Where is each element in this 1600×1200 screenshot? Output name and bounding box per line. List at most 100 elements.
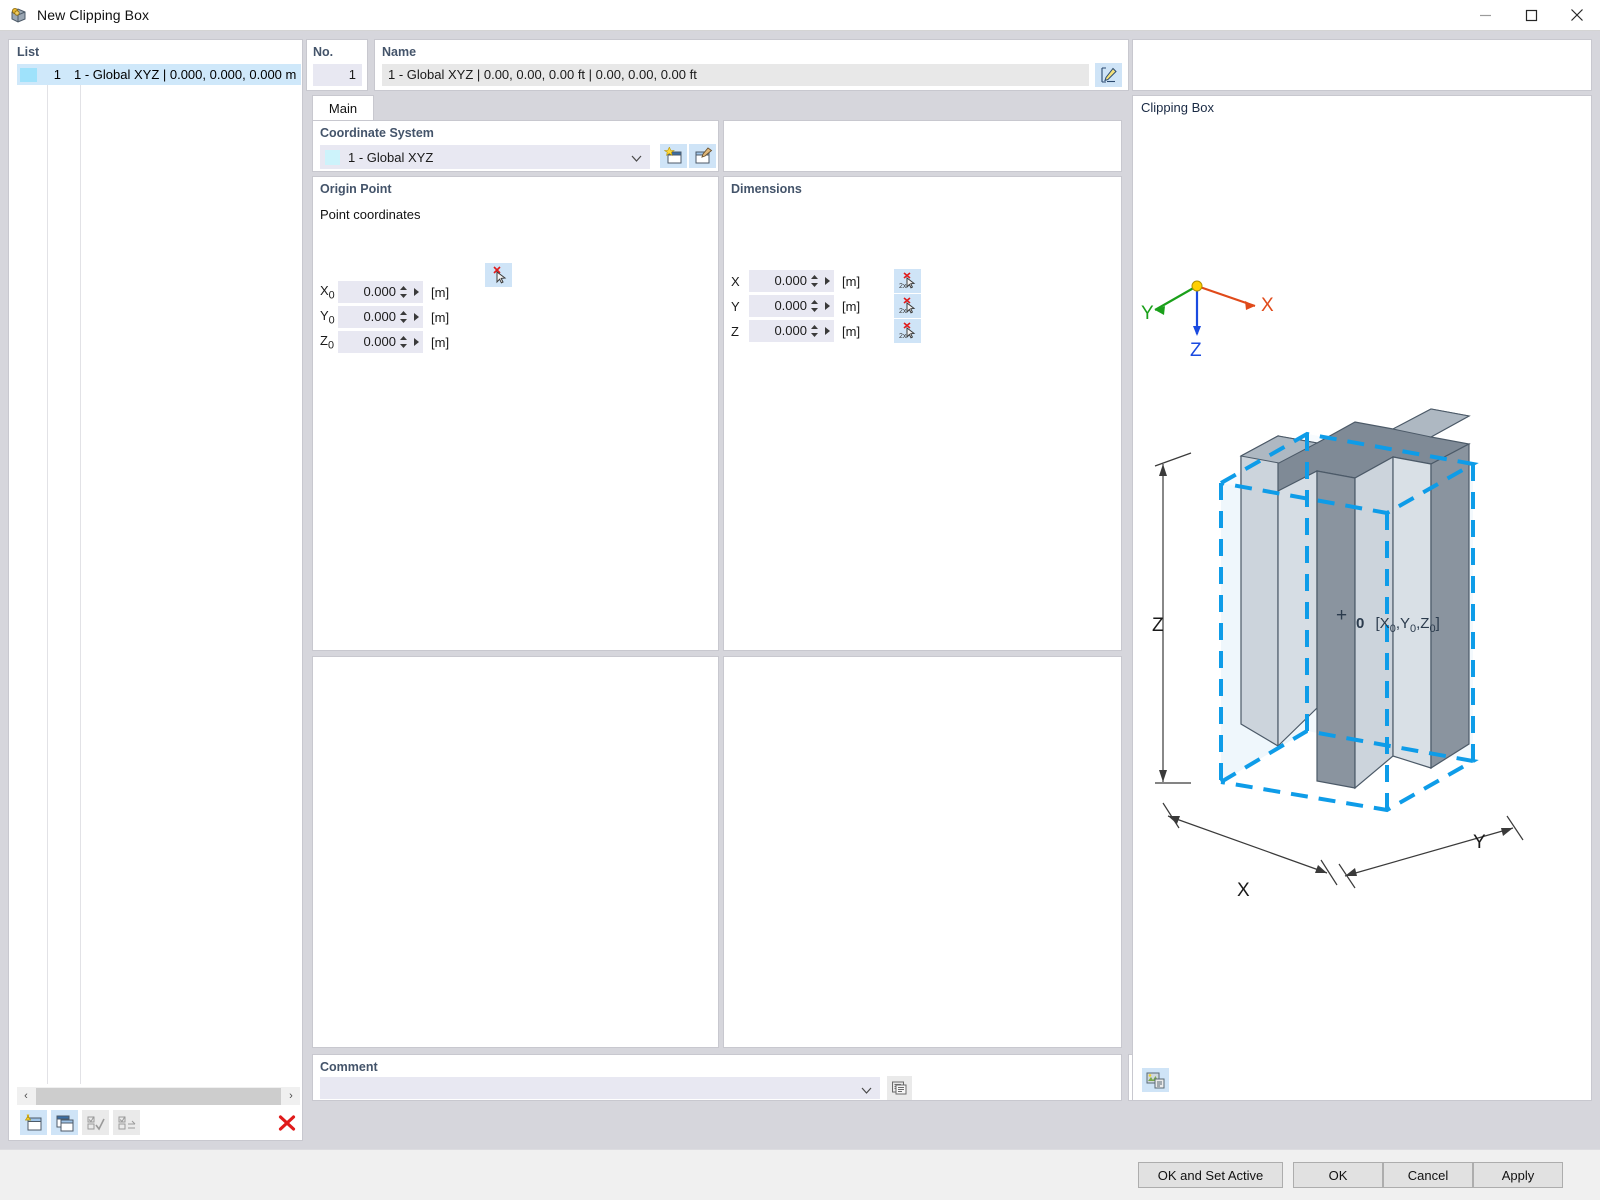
lower-left-panel: [312, 656, 719, 1048]
pick-point-icon[interactable]: [485, 263, 512, 287]
coordinate-system-select[interactable]: 1 - Global XYZ: [320, 145, 650, 169]
scrollbar-thumb[interactable]: [36, 1087, 281, 1105]
scroll-right-icon[interactable]: ›: [282, 1087, 300, 1105]
tab-strip: Main: [306, 95, 1129, 121]
dimension-x-unit: [m]: [842, 273, 861, 289]
window-title-bar: New Clipping Box: [0, 0, 1600, 31]
list-item[interactable]: 1 1 - Global XYZ | 0.000, 0.000, 0.000 m…: [17, 64, 301, 85]
render-settings-icon[interactable]: [1142, 1068, 1169, 1092]
number-field[interactable]: 1: [313, 64, 362, 86]
svg-text:2x: 2x: [899, 308, 907, 315]
comment-library-icon[interactable]: [887, 1076, 912, 1100]
svg-text:2x: 2x: [899, 283, 907, 290]
spinner-icon[interactable]: [810, 323, 819, 339]
dimension-x-row: X 0.000 [m]: [731, 270, 860, 292]
origin-x-input[interactable]: 0.000: [338, 281, 423, 303]
edit-coordinate-system-icon[interactable]: [689, 144, 716, 168]
origin-z-unit: [m]: [431, 334, 450, 350]
color-swatch-icon: [325, 149, 340, 165]
lower-right-panel: [723, 656, 1122, 1048]
expand-arrow-icon[interactable]: [414, 288, 419, 296]
chevron-down-icon[interactable]: [631, 152, 642, 163]
copy-window-icon[interactable]: [51, 1110, 78, 1135]
origin-z-row: Z0 0.000 [m]: [320, 331, 449, 353]
y-dimension-label: Y: [1473, 832, 1486, 853]
expand-arrow-icon[interactable]: [825, 302, 830, 310]
cross-solid: [1239, 408, 1471, 790]
pencil-edit-icon[interactable]: [1095, 63, 1122, 87]
minimize-icon[interactable]: [1462, 0, 1508, 31]
list-panel: List 1 1 - Global XYZ | 0.000, 0.000, 0.…: [8, 39, 303, 1141]
comment-label: Comment: [320, 1060, 378, 1074]
name-field[interactable]: 1 - Global XYZ | 0.00, 0.00, 0.00 ft | 0…: [382, 64, 1089, 86]
expand-arrow-icon[interactable]: [825, 277, 830, 285]
dimension-y-value: 0.000: [774, 298, 807, 313]
spinner-icon[interactable]: [810, 273, 819, 289]
grid-divider: [47, 85, 48, 1084]
clipping-box-graphic: X Y Z Z X Y + 0 [X0,Y0,Z0]: [1141, 280, 1524, 901]
new-coordinate-system-icon[interactable]: [660, 144, 687, 168]
tab-main[interactable]: Main: [312, 95, 374, 121]
coordinate-system-value: 1 - Global XYZ: [348, 149, 434, 165]
pick-two-points-icon[interactable]: 2x: [894, 319, 921, 343]
red-x-icon[interactable]: [273, 1110, 300, 1135]
window-title: New Clipping Box: [37, 7, 150, 23]
axes-triad: X Y Z: [1141, 280, 1274, 361]
origin-y-value: 0.000: [363, 309, 396, 324]
list-toolbar: [17, 1107, 300, 1138]
origin-x-label: X0: [320, 282, 335, 302]
origin-point-group: Origin Point Point coordinates X0 0.000 …: [312, 176, 719, 651]
comment-input[interactable]: [320, 1077, 880, 1099]
name-label: Name: [382, 45, 417, 59]
spinner-icon[interactable]: [810, 298, 819, 314]
point-coordinates-label: Point coordinates: [320, 207, 421, 222]
scroll-left-icon[interactable]: ‹: [17, 1087, 35, 1105]
spinner-icon[interactable]: [399, 284, 408, 300]
dimension-x-label: X: [731, 273, 740, 289]
dimension-y-input[interactable]: 0.000: [749, 295, 834, 317]
svg-text:X: X: [1261, 295, 1274, 316]
ok-and-set-active-button[interactable]: OK and Set Active: [1138, 1162, 1283, 1188]
origin-y-input[interactable]: 0.000: [338, 306, 423, 328]
dimension-y-row: Y 0.000 [m]: [731, 295, 860, 317]
list-panel-header: List: [17, 45, 40, 59]
pick-two-points-icon[interactable]: 2x: [894, 294, 921, 318]
horizontal-scrollbar[interactable]: ‹ ›: [17, 1087, 300, 1105]
origin-x-row: X0 0.000 [m]: [320, 281, 449, 303]
coordinate-system-side-panel: [723, 120, 1122, 172]
origin-x-value: 0.000: [363, 284, 396, 299]
x-dimension-label: X: [1237, 880, 1250, 901]
z-dimension-label: Z: [1152, 615, 1164, 636]
dimension-z-value: 0.000: [774, 323, 807, 338]
dimension-z-label: Z: [731, 323, 739, 339]
close-icon[interactable]: [1554, 0, 1600, 31]
spinner-icon[interactable]: [399, 334, 408, 350]
ok-button[interactable]: OK: [1293, 1162, 1383, 1188]
origin-x-unit: [m]: [431, 284, 450, 300]
coordinate-system-group: Coordinate System 1 - Global XYZ: [312, 120, 719, 172]
expand-arrow-icon[interactable]: [825, 327, 830, 335]
apply-button[interactable]: Apply: [1473, 1162, 1563, 1188]
dimension-z-input[interactable]: 0.000: [749, 320, 834, 342]
clipping-box-icon: [10, 6, 28, 24]
chevron-down-icon[interactable]: [861, 1084, 872, 1095]
origin-point-label: Origin Point: [320, 182, 392, 196]
svg-text:Y: Y: [1141, 303, 1154, 324]
expand-arrow-icon[interactable]: [414, 313, 419, 321]
list-grid[interactable]: 1 1 - Global XYZ | 0.000, 0.000, 0.000 m…: [17, 64, 301, 1084]
number-group: No. 1: [306, 39, 368, 91]
spinner-icon[interactable]: [399, 309, 408, 325]
new-window-icon[interactable]: [20, 1110, 47, 1135]
grid-divider: [80, 85, 81, 1084]
cancel-button[interactable]: Cancel: [1383, 1162, 1473, 1188]
dimension-x-input[interactable]: 0.000: [749, 270, 834, 292]
list-item-label: 1 - Global XYZ | 0.000, 0.000, 0.000 m |…: [74, 67, 301, 82]
maximize-icon[interactable]: [1508, 0, 1554, 31]
origin-z-input[interactable]: 0.000: [338, 331, 423, 353]
list-item-number: 1: [53, 67, 61, 82]
comment-group: Comment: [312, 1054, 1122, 1101]
expand-arrow-icon[interactable]: [414, 338, 419, 346]
check-all-icon: [82, 1110, 109, 1135]
bottom-separator: [0, 1141, 1600, 1149]
pick-two-points-icon[interactable]: 2x: [894, 269, 921, 293]
